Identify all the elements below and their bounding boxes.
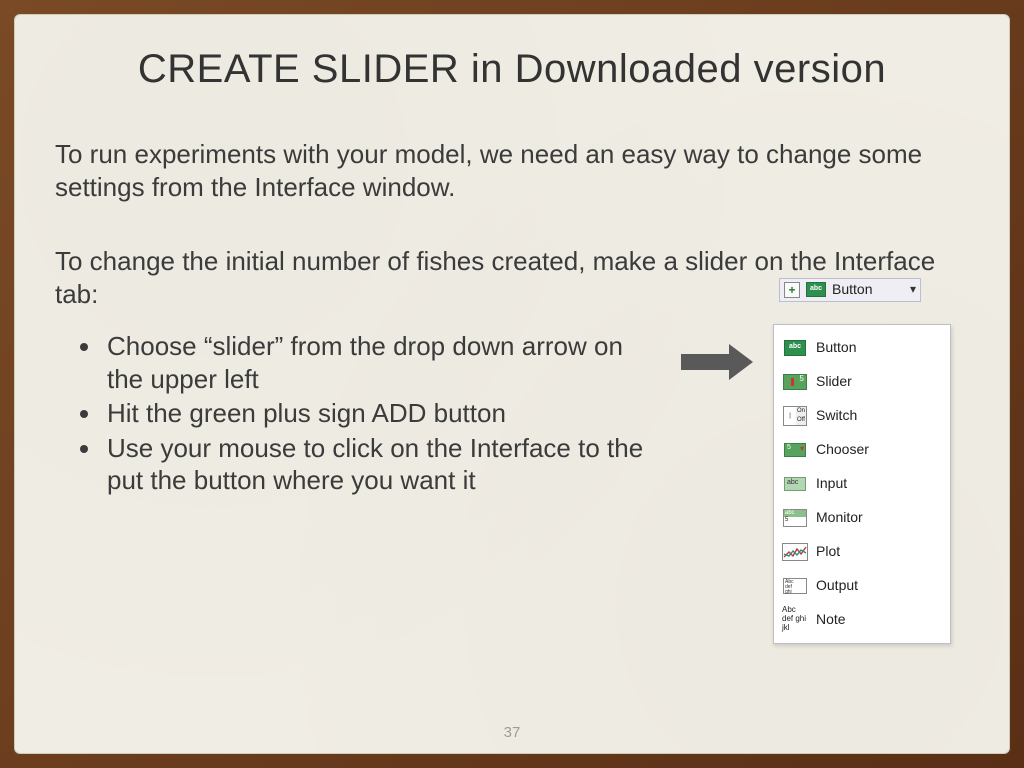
- slide-title: CREATE SLIDER in Downloaded version: [55, 47, 969, 92]
- chevron-down-icon: ▾: [910, 282, 916, 297]
- menu-item-label: Chooser: [816, 441, 869, 459]
- arrow-right-icon: [681, 344, 755, 380]
- slider-icon: [782, 372, 808, 392]
- menu-item-label: Note: [816, 611, 846, 629]
- plot-icon: [782, 542, 808, 562]
- menu-item-label: Button: [816, 339, 856, 357]
- widget-type-selected-label: Button: [832, 281, 904, 299]
- menu-item-chooser[interactable]: 5 Chooser: [780, 433, 944, 467]
- slide-body: To run experiments with your model, we n…: [55, 138, 969, 644]
- list-item: Use your mouse to click on the Interface…: [103, 432, 663, 497]
- netlogo-widget-panel: + abc Button ▾ abc Button Slider: [773, 278, 963, 644]
- input-icon: abc: [782, 474, 808, 494]
- output-icon: Abcdefghi: [782, 576, 808, 596]
- menu-item-switch[interactable]: |OnOff Switch: [780, 399, 944, 433]
- menu-item-input[interactable]: abc Input: [780, 467, 944, 501]
- slide-content-area: CREATE SLIDER in Downloaded version To r…: [14, 14, 1010, 754]
- button-icon: abc: [782, 338, 808, 358]
- intro-paragraph-1: To run experiments with your model, we n…: [55, 138, 969, 203]
- menu-item-label: Monitor: [816, 509, 863, 527]
- switch-icon: |OnOff: [782, 406, 808, 426]
- add-widget-plus-icon: +: [784, 282, 800, 298]
- menu-item-output[interactable]: Abcdefghi Output: [780, 569, 944, 603]
- wood-frame: CREATE SLIDER in Downloaded version To r…: [0, 0, 1024, 768]
- menu-item-plot[interactable]: Plot: [780, 535, 944, 569]
- menu-item-button[interactable]: abc Button: [780, 331, 944, 365]
- bullet-list: Choose “slider” from the drop down arrow…: [103, 330, 663, 499]
- list-item: Hit the green plus sign ADD button: [103, 397, 663, 430]
- menu-item-note[interactable]: Abc def ghi jkl Note: [780, 603, 944, 637]
- menu-item-monitor[interactable]: abc5 Monitor: [780, 501, 944, 535]
- menu-item-label: Slider: [816, 373, 852, 391]
- list-item: Choose “slider” from the drop down arrow…: [103, 330, 663, 395]
- menu-item-slider[interactable]: Slider: [780, 365, 944, 399]
- widget-type-dropdown-menu: abc Button Slider |OnOff Switch: [773, 324, 951, 644]
- menu-item-label: Input: [816, 475, 847, 493]
- page-number: 37: [15, 724, 1009, 741]
- button-icon: abc: [806, 282, 826, 297]
- note-icon: Abc def ghi jkl: [782, 610, 808, 630]
- menu-item-label: Switch: [816, 407, 857, 425]
- chooser-icon: 5: [782, 440, 808, 460]
- menu-item-label: Plot: [816, 543, 840, 561]
- widget-type-selector[interactable]: + abc Button ▾: [779, 278, 921, 302]
- menu-item-label: Output: [816, 577, 858, 595]
- monitor-icon: abc5: [782, 508, 808, 528]
